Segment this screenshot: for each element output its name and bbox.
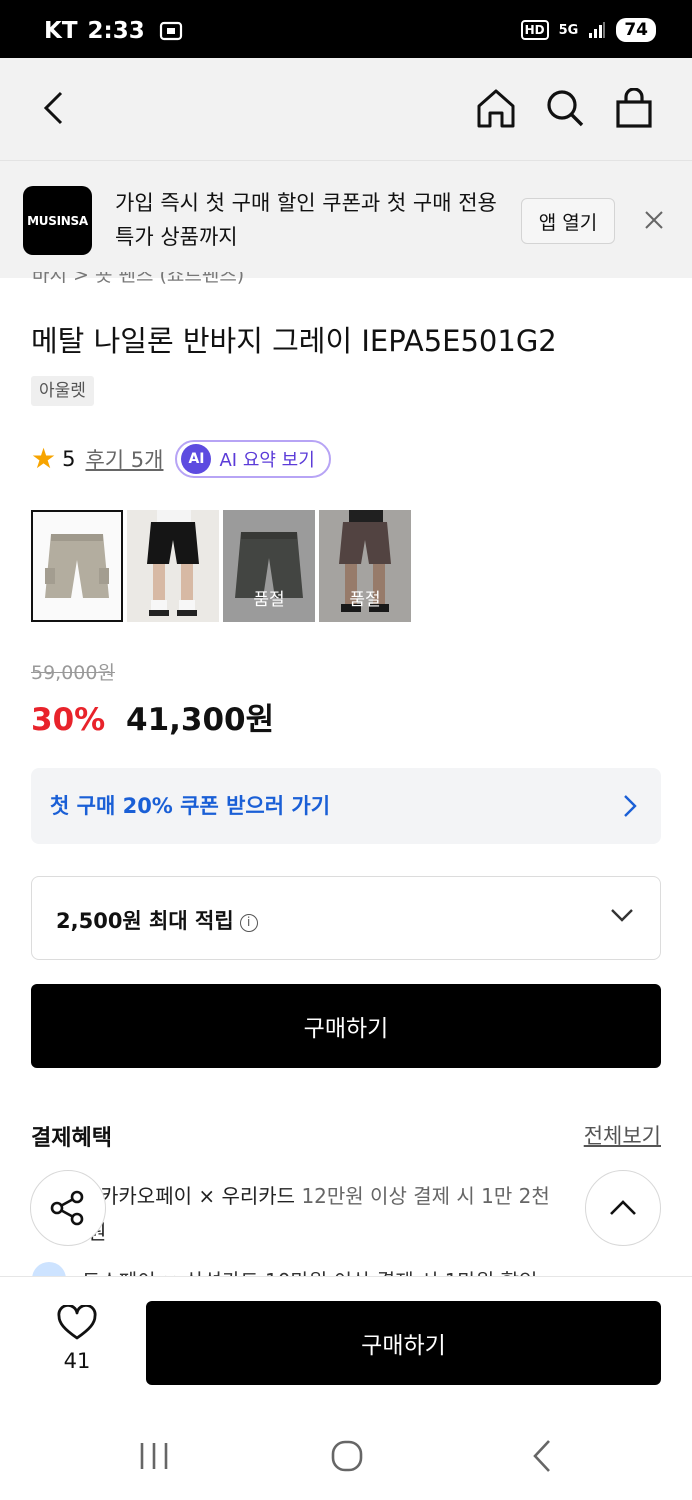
soldout-label: 품절: [349, 590, 381, 610]
benefit-kakaopay: 카카오페이 × 우리카드 12만원 이상 결제 시 1만 2천: [100, 1184, 550, 1208]
brand-tag[interactable]: 아울렛: [31, 376, 94, 406]
discount-rate: 30%: [31, 702, 106, 738]
status-bar: KT 2:33 HD 5G 74: [0, 0, 692, 58]
breadcrumb[interactable]: 바지 > 숏 팬츠 (쇼트팬츠): [32, 272, 672, 290]
promo-text: 가입 즉시 첫 구매 할인 쿠폰과 첫 구매 전용 특가 상품까지: [115, 191, 497, 249]
home-button[interactable]: [472, 84, 520, 132]
recent-apps-button[interactable]: [130, 1436, 178, 1476]
payment-benefits-title: 결제혜택: [31, 1126, 112, 1151]
product-title: 메탈 나일론 반바지 그레이 IEPA5E501G2: [31, 324, 557, 358]
soldout-label: 품절: [253, 590, 285, 610]
like-count: 41: [63, 1349, 91, 1373]
shorts-image: [33, 512, 121, 620]
musinsa-logo: MUSINSA: [23, 186, 92, 255]
clock: 2:33: [87, 18, 145, 44]
coupon-label: 첫 구매 20% 쿠폰 받으러 가기: [50, 794, 331, 818]
share-button[interactable]: [30, 1170, 106, 1246]
chevron-left-icon: [43, 91, 63, 125]
screenshot-icon: [159, 21, 182, 41]
chevron-up-icon: [610, 1200, 636, 1215]
back-nav-icon: [533, 1440, 550, 1472]
home-icon: [477, 89, 515, 128]
share-icon: [50, 1190, 84, 1226]
ai-summary-button[interactable]: AI AI 요약 보기: [175, 440, 331, 478]
buy-button[interactable]: 구매하기: [31, 984, 661, 1068]
system-nav-bar: [0, 1408, 692, 1500]
see-all-link[interactable]: 전체보기: [584, 1120, 661, 1150]
back-nav-button[interactable]: [518, 1436, 566, 1476]
points-label: 2,500원 최대 적립: [56, 909, 234, 933]
back-button[interactable]: [30, 84, 78, 132]
close-icon[interactable]: [640, 206, 668, 234]
bottom-action-bar: 41 구매하기: [0, 1276, 692, 1408]
recent-apps-icon: [140, 1443, 168, 1469]
hd-indicator: HD: [520, 20, 549, 40]
thumbnail-4[interactable]: 품절: [319, 510, 411, 622]
battery-indicator: 74: [616, 18, 656, 42]
thumbnail-2[interactable]: [127, 510, 219, 622]
home-circle-icon: [331, 1440, 363, 1472]
search-button[interactable]: [541, 84, 589, 132]
model-black-shorts-image: [127, 510, 219, 622]
network-indicator: 5G: [558, 22, 579, 38]
rating-row: ★ 5 후기 5개 AI AI 요약 보기: [31, 440, 331, 478]
first-purchase-coupon-banner[interactable]: 첫 구매 20% 쿠폰 받으러 가기: [31, 768, 661, 844]
original-price: 59,000원: [31, 662, 115, 684]
cart-button[interactable]: [610, 84, 658, 132]
open-app-button[interactable]: 앱 열기: [521, 198, 615, 244]
sale-price: 41,300원: [126, 702, 275, 738]
scroll-top-button[interactable]: [585, 1170, 661, 1246]
star-icon: ★: [31, 442, 57, 475]
shopping-bag-icon: [616, 88, 652, 128]
carrier: KT: [44, 18, 78, 44]
heart-icon: [57, 1304, 97, 1340]
info-icon[interactable]: i: [239, 914, 258, 932]
signal-icon: [589, 22, 606, 38]
rating-value: 5: [62, 447, 76, 471]
app-install-banner: MUSINSA 가입 즉시 첫 구매 할인 쿠폰과 첫 구매 전용 특가 상품까…: [0, 160, 692, 278]
reviews-link[interactable]: 후기 5개: [85, 444, 163, 474]
app-header: [0, 58, 692, 160]
thumbnail-3[interactable]: 품절: [223, 510, 315, 622]
chevron-right-icon: [624, 795, 637, 817]
buy-button-bottom[interactable]: 구매하기: [146, 1301, 661, 1385]
search-icon: [547, 90, 584, 127]
chevron-down-icon: [611, 909, 633, 922]
thumbnail-1[interactable]: [31, 510, 123, 622]
home-nav-button[interactable]: [323, 1436, 371, 1476]
points-dropdown[interactable]: 2,500원 최대 적립 i: [31, 876, 661, 960]
ai-icon: AI: [181, 444, 212, 474]
ai-summary-label: AI 요약 보기: [219, 450, 315, 471]
sale-price-row: 30% 41,300원: [31, 694, 274, 739]
like-button[interactable]: 41: [54, 1304, 100, 1373]
